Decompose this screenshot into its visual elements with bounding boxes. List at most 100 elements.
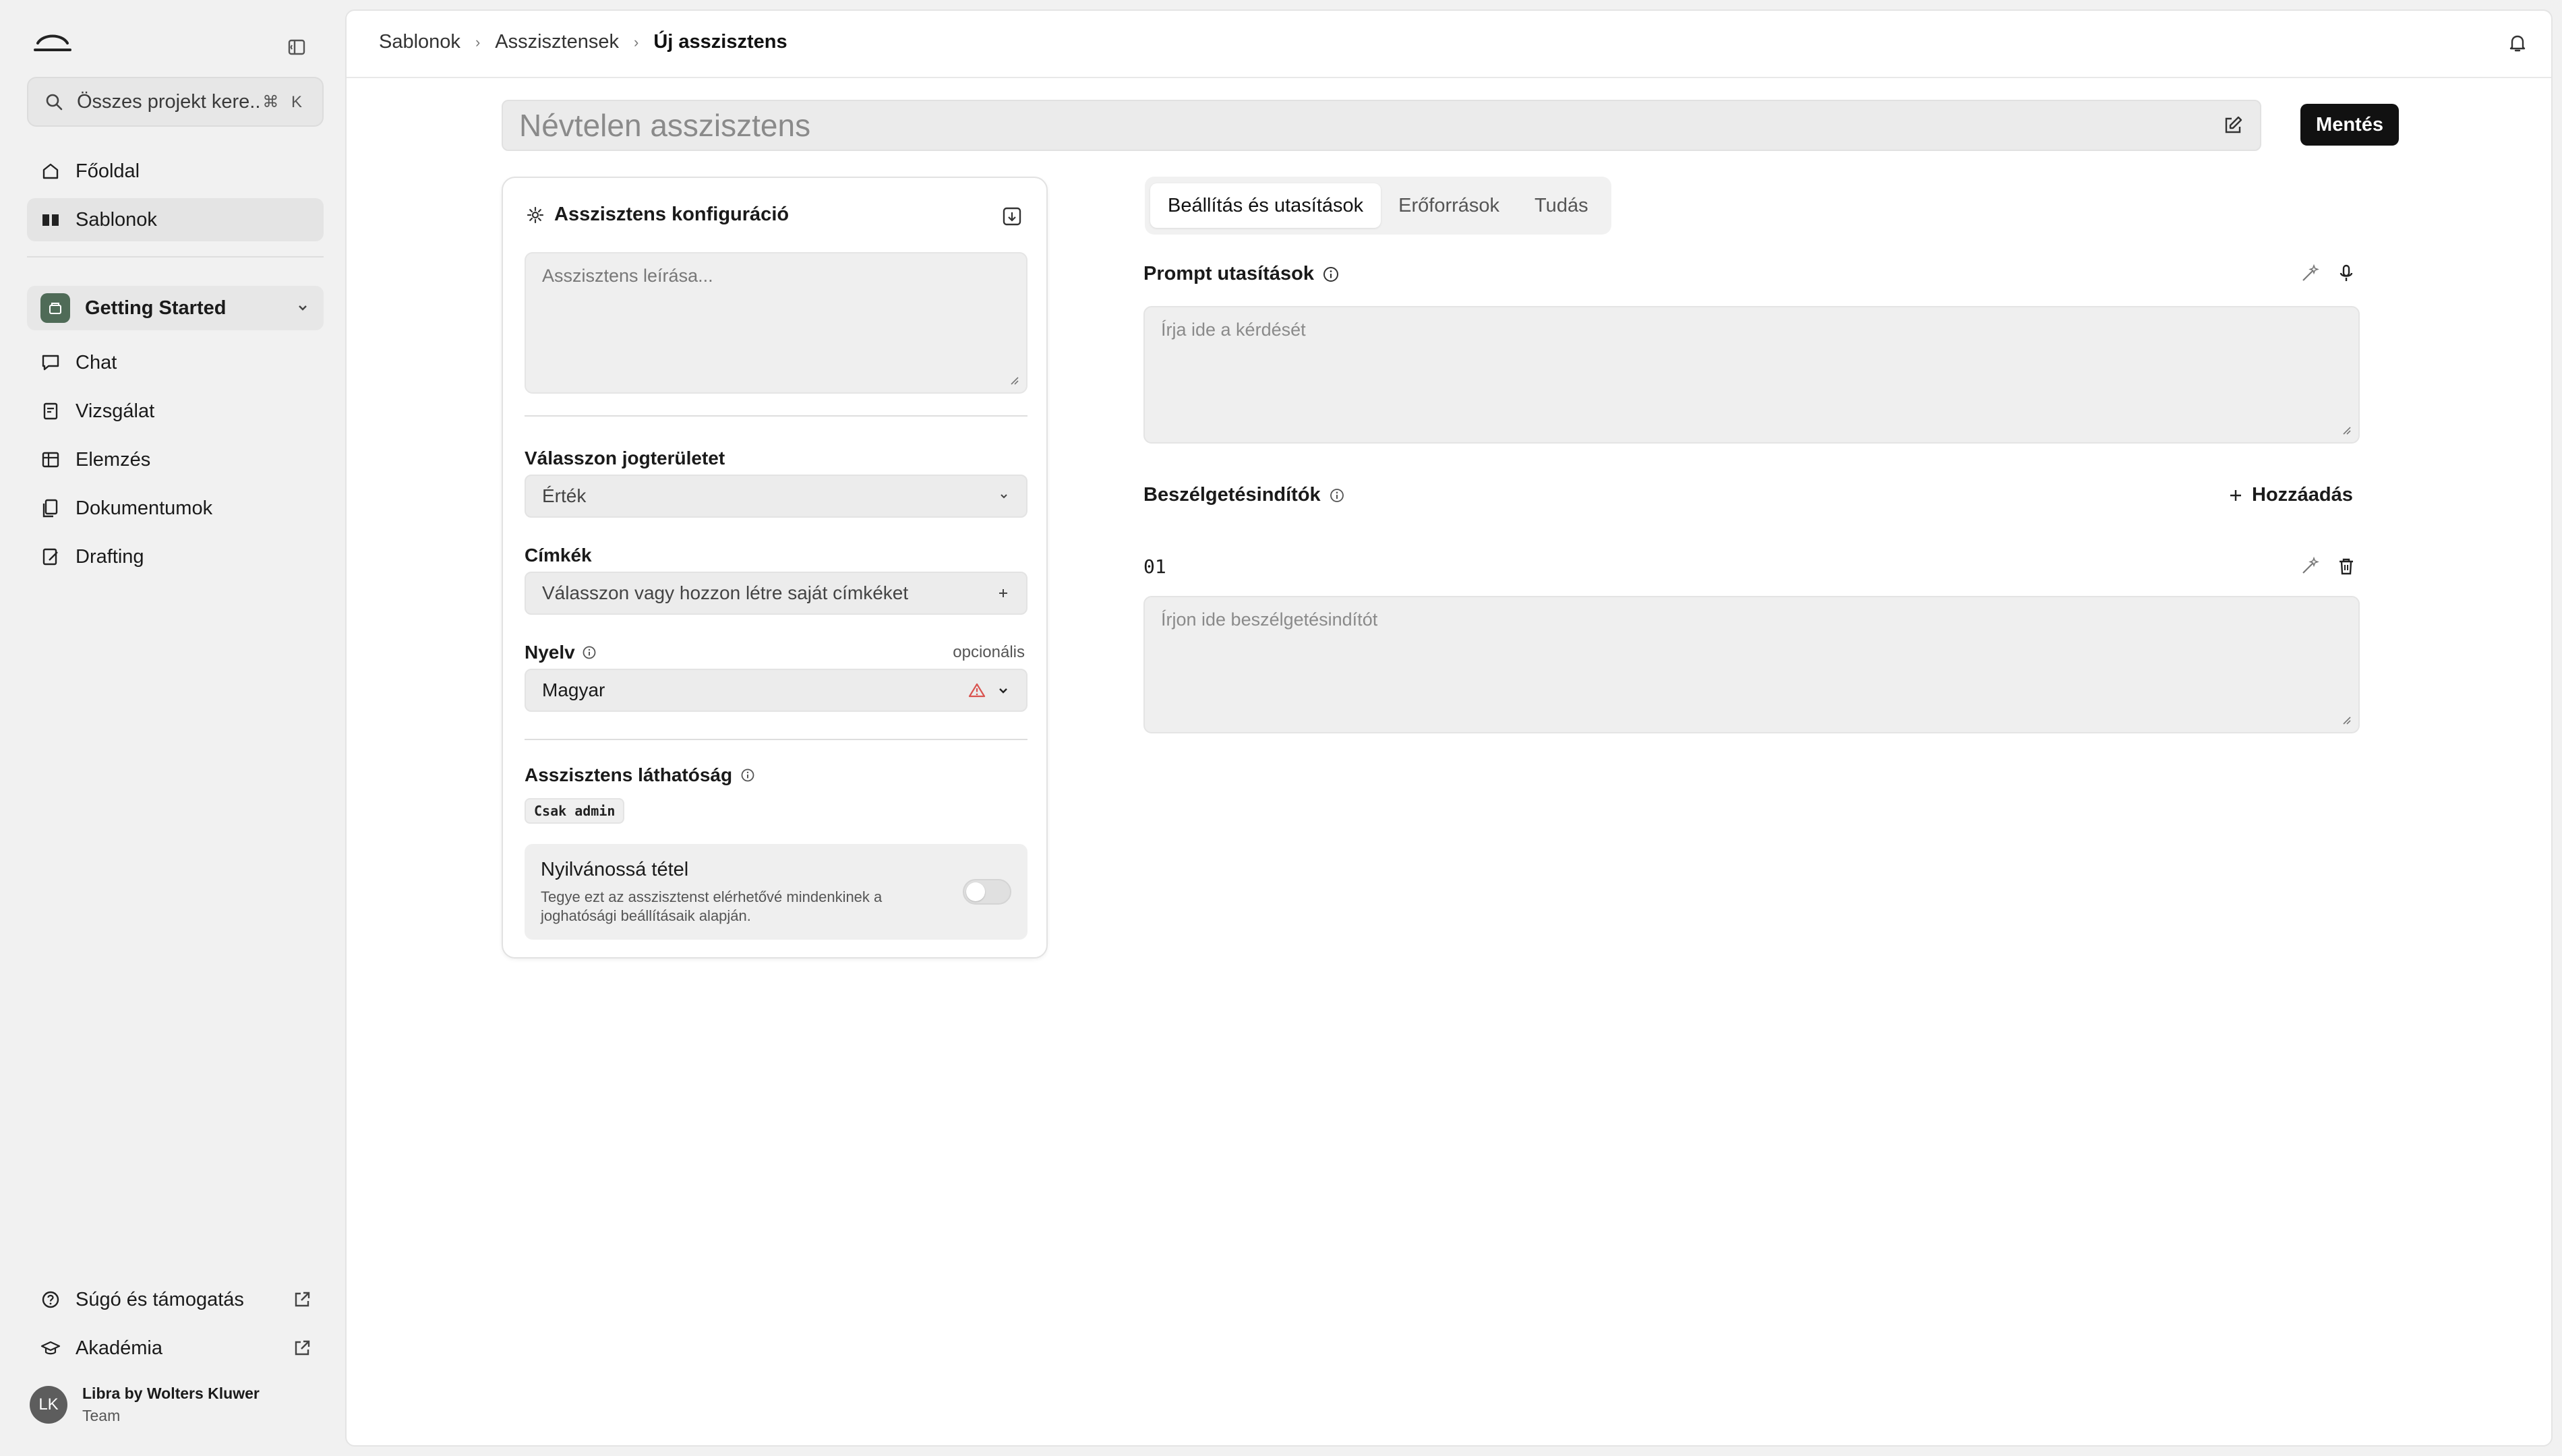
book-icon xyxy=(40,210,61,230)
title-placeholder: Névtelen asszisztens xyxy=(519,108,811,143)
project-selector[interactable]: Getting Started xyxy=(27,286,324,330)
chevron-down-icon xyxy=(295,301,310,315)
resize-grip-icon[interactable] xyxy=(2341,715,2352,725)
sidebar-item-label: Súgó és támogatás xyxy=(76,1288,244,1310)
sidebar-item-academy[interactable]: Akadémia xyxy=(27,1327,324,1370)
starter-number: 01 xyxy=(1143,555,1166,578)
sidebar-item-label: Sablonok xyxy=(76,208,157,231)
chevron-down-icon xyxy=(998,490,1010,502)
starter-placeholder: Írjon ide beszélgetésindítót xyxy=(1161,609,1378,630)
sidebar-item-review[interactable]: Vizsgálat xyxy=(27,390,324,433)
language-label: Nyelv xyxy=(525,642,575,663)
main-panel: Sablonok › Asszisztensek › Új assziszten… xyxy=(345,9,2553,1447)
sidebar-item-label: Chat xyxy=(76,351,117,373)
assistant-config-card: Asszisztens konfiguráció Asszisztens leí… xyxy=(502,177,1048,959)
magic-wand-icon[interactable] xyxy=(2296,260,2323,287)
breadcrumb-current: Új asszisztens xyxy=(653,31,787,53)
documents-icon xyxy=(40,498,61,518)
prompt-placeholder: Írja ide a kérdését xyxy=(1161,320,1306,340)
sidebar-item-label: Főoldal xyxy=(76,160,140,182)
tab-resources[interactable]: Erőforrások xyxy=(1381,183,1517,228)
make-public-toggle[interactable] xyxy=(963,879,1011,905)
chat-icon xyxy=(40,353,61,373)
plus-icon xyxy=(2228,487,2244,504)
magic-wand-icon[interactable] xyxy=(2296,553,2323,580)
breadcrumb-separator-icon: › xyxy=(475,33,481,51)
review-icon xyxy=(40,401,61,421)
resize-grip-icon[interactable] xyxy=(2341,425,2352,435)
tab-bar: Beállítás és utasítások Erőforrások Tudá… xyxy=(1145,177,1611,235)
make-public-setting: Nyilvánossá tétel Tegye ezt az assziszte… xyxy=(525,844,1027,940)
sidebar-item-documents[interactable]: Dokumentumok xyxy=(27,487,324,530)
search-icon xyxy=(44,92,63,111)
save-button[interactable]: Mentés xyxy=(2300,104,2399,146)
jurisdiction-value: Érték xyxy=(542,485,587,506)
trash-icon[interactable] xyxy=(2333,553,2360,580)
user-name: Libra by Wolters Kluwer xyxy=(82,1385,260,1402)
add-starter-button[interactable]: Hozzáadás xyxy=(2228,484,2353,506)
help-icon xyxy=(40,1290,61,1310)
warning-icon xyxy=(968,682,986,698)
breadcrumb-assistants[interactable]: Asszisztensek xyxy=(495,31,619,53)
sidebar-item-analysis[interactable]: Elemzés xyxy=(27,438,324,481)
bell-icon[interactable] xyxy=(2507,32,2528,54)
collapse-sidebar-icon[interactable] xyxy=(282,32,311,62)
sidebar-item-drafting[interactable]: Drafting xyxy=(27,535,324,578)
project-icon xyxy=(40,293,70,323)
edit-icon[interactable] xyxy=(2222,115,2244,136)
table-icon xyxy=(40,450,61,470)
project-name: Getting Started xyxy=(85,297,227,319)
prompt-label: Prompt utasítások xyxy=(1143,263,1314,284)
sidebar-item-label: Drafting xyxy=(76,545,144,568)
tags-label: Címkék xyxy=(525,545,592,566)
sidebar-item-home[interactable]: Főoldal xyxy=(27,150,324,193)
prompt-instructions-input[interactable]: Írja ide a kérdését xyxy=(1143,306,2360,444)
sidebar-item-help[interactable]: Súgó és támogatás xyxy=(27,1278,324,1321)
breadcrumb-separator-icon: › xyxy=(634,33,639,51)
user-team: Team xyxy=(82,1407,121,1424)
language-select[interactable]: Magyar xyxy=(525,669,1027,712)
tab-setup-instructions[interactable]: Beállítás és utasítások xyxy=(1150,183,1381,228)
info-icon xyxy=(582,645,597,660)
resize-grip-icon[interactable] xyxy=(1009,375,1019,386)
starter-input[interactable]: Írjon ide beszélgetésindítót xyxy=(1143,596,2360,733)
starters-label-row: Beszélgetésindítók xyxy=(1143,484,1345,506)
project-search-input[interactable]: Összes projekt kere... ⌘ K xyxy=(27,77,324,127)
sidebar-item-label: Vizsgálat xyxy=(76,400,155,422)
expand-panel-icon[interactable] xyxy=(1002,206,1022,226)
info-icon xyxy=(740,768,755,783)
jurisdiction-select[interactable]: Érték xyxy=(525,475,1027,518)
card-divider xyxy=(525,739,1027,740)
external-link-icon xyxy=(293,1290,311,1309)
config-heading-label: Asszisztens konfiguráció xyxy=(554,204,790,225)
app-logo-icon[interactable] xyxy=(34,28,71,55)
info-icon xyxy=(1329,487,1345,504)
sidebar-divider xyxy=(27,256,324,257)
prompt-label-row: Prompt utasítások xyxy=(1143,263,1340,285)
info-icon xyxy=(1322,266,1340,283)
plus-icon xyxy=(996,586,1010,600)
card-divider xyxy=(525,415,1027,417)
sidebar: Összes projekt kere... ⌘ K Főoldal Sablo… xyxy=(15,9,332,1447)
assistant-title-input[interactable]: Névtelen asszisztens xyxy=(502,100,2261,151)
tags-select[interactable]: Válasszon vagy hozzon létre saját címkék… xyxy=(525,572,1027,615)
search-placeholder: Összes projekt kere... xyxy=(77,90,263,113)
assistant-description-input[interactable]: Asszisztens leírása... xyxy=(525,252,1027,394)
description-placeholder: Asszisztens leírása... xyxy=(542,266,713,286)
tags-placeholder: Válasszon vagy hozzon létre saját címkék… xyxy=(542,582,909,603)
tab-knowledge[interactable]: Tudás xyxy=(1517,183,1606,228)
visibility-badge: Csak admin xyxy=(525,798,625,824)
breadcrumb-templates[interactable]: Sablonok xyxy=(379,31,460,53)
breadcrumb: Sablonok › Asszisztensek › Új assziszten… xyxy=(379,31,787,53)
sidebar-item-label: Akadémia xyxy=(76,1337,162,1359)
add-starter-label: Hozzáadás xyxy=(2252,484,2353,506)
drafting-icon xyxy=(40,547,61,567)
user-profile[interactable]: LK Libra by Wolters Kluwer Team xyxy=(30,1385,260,1425)
sidebar-item-chat[interactable]: Chat xyxy=(27,341,324,384)
language-value: Magyar xyxy=(542,679,605,700)
sidebar-item-templates[interactable]: Sablonok xyxy=(27,198,324,241)
graduation-cap-icon xyxy=(40,1338,61,1358)
microphone-icon[interactable] xyxy=(2333,260,2360,287)
top-bar: Sablonok › Asszisztensek › Új assziszten… xyxy=(347,11,2551,78)
jurisdiction-label: Válasszon jogterületet xyxy=(525,448,725,468)
